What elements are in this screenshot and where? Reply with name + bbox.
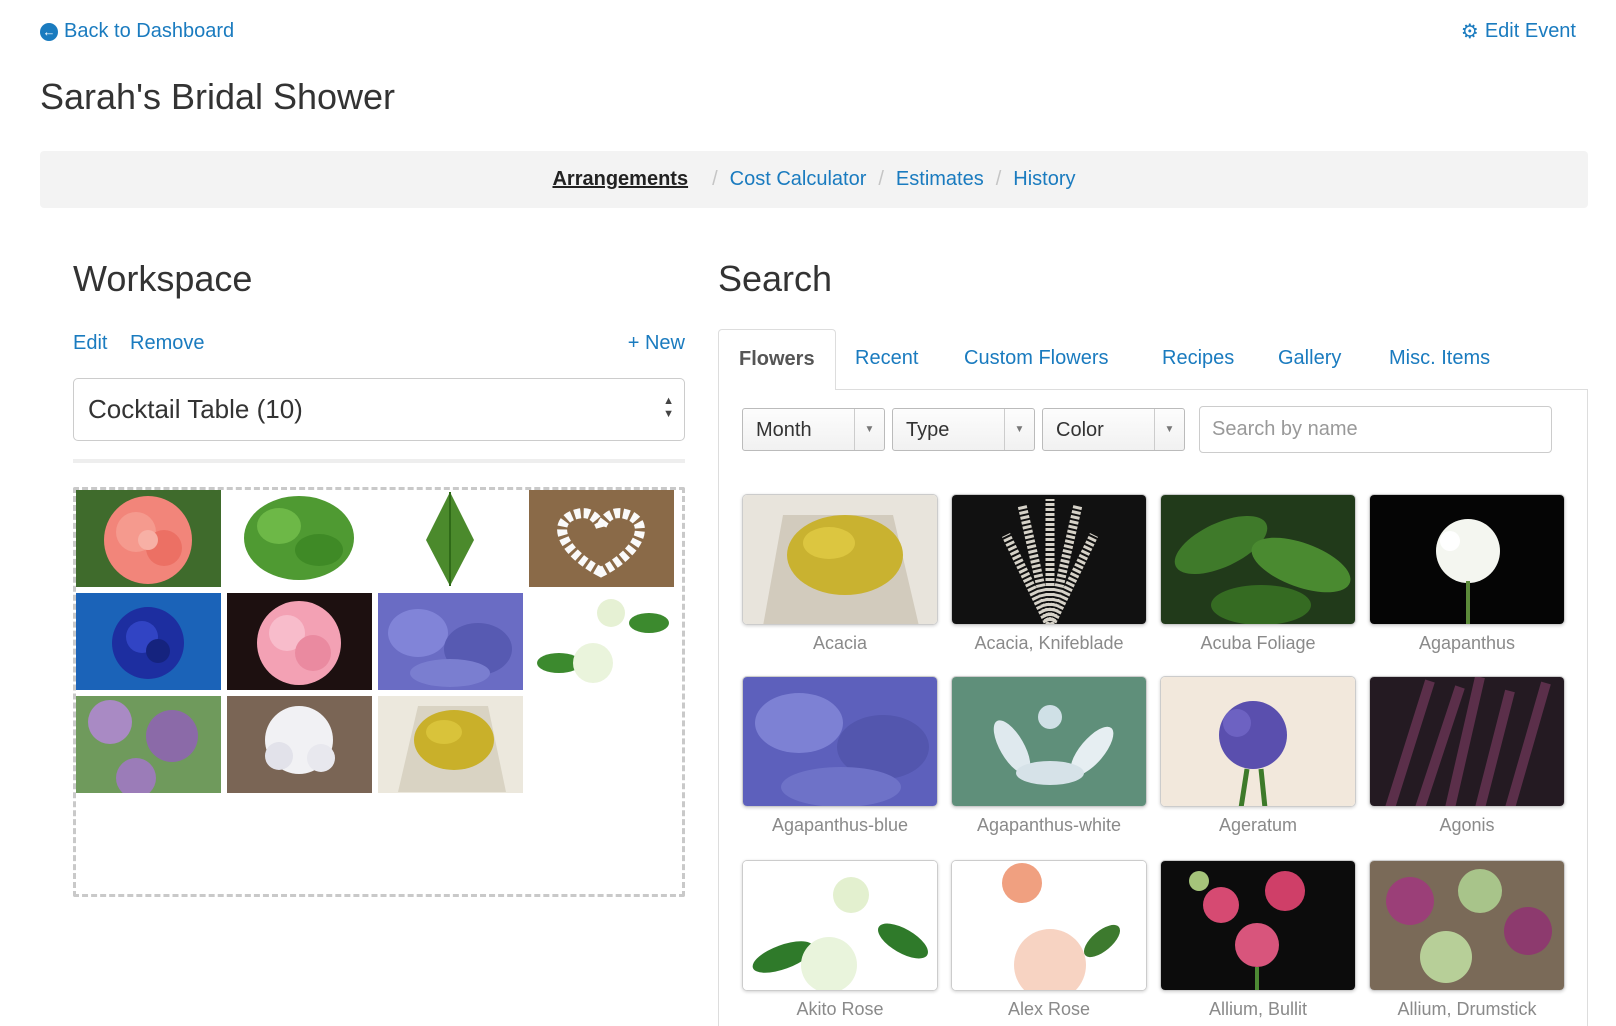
flower-card[interactable]: Agapanthus-blue [742,676,938,836]
flower-name: Agapanthus-blue [771,815,909,835]
color-filter-select[interactable]: Color ▼ [1042,408,1185,451]
flower-image [742,676,938,807]
flower-card[interactable]: Alex Rose [951,860,1147,1020]
nav-separator: / [878,168,884,190]
back-to-dashboard-link[interactable]: ← Back to Dashboard [40,20,234,43]
flower-card[interactable]: Ageratum [1160,676,1356,836]
nav-estimates[interactable]: Estimates [896,168,984,191]
workspace-flower-thumb[interactable] [529,593,674,690]
tab-gallery[interactable]: Gallery [1278,329,1341,390]
workspace-flower-thumb[interactable] [529,490,674,587]
nav-arrangements[interactable]: Arrangements [552,168,688,191]
edit-event-link[interactable]: ⚙ Edit Event [1461,20,1576,43]
tab-recipes[interactable]: Recipes [1162,329,1234,390]
workspace-title: Workspace [73,258,253,299]
flower-image [742,860,938,991]
type-filter-select[interactable]: Type ▼ [892,408,1035,451]
select-arrows-icon: ▲ ▼ [663,395,674,420]
flower-card[interactable]: Akito Rose [742,860,938,1020]
workspace-flower-thumb[interactable] [378,593,523,690]
flower-name: Agapanthus [1418,633,1516,653]
flower-image [951,676,1147,807]
flower-image [1160,676,1356,807]
workspace-flower-thumb[interactable] [76,593,221,690]
nav-separator: / [995,168,1002,190]
flower-name: Agapanthus-white [976,815,1122,835]
flower-image [1369,494,1565,625]
arrangement-select[interactable]: Cocktail Table (10) ▲ ▼ [73,378,685,441]
section-nav: Arrangements / Cost Calculator / Estimat… [40,151,1588,208]
arrangement-select-value: Cocktail Table (10) [88,394,303,424]
flower-card[interactable]: Agapanthus-white [951,676,1147,836]
month-filter-value: Month [756,419,812,441]
flower-card[interactable]: Allium, Drumstick [1369,860,1565,1020]
search-by-name-input[interactable] [1199,406,1552,453]
search-title: Search [718,258,833,299]
flower-image [1160,860,1356,991]
flower-name: Agonis [1439,815,1495,835]
workspace-flower-thumb[interactable] [227,696,372,793]
edit-event-label: Edit Event [1484,20,1576,42]
arrow-left-circle-icon: ← [40,22,58,41]
type-filter-value: Type [906,419,950,441]
flower-name: Acuba Foliage [1200,633,1316,653]
flower-image [951,494,1147,625]
month-filter-select[interactable]: Month ▼ [742,408,885,451]
workspace-flower-thumb[interactable] [76,490,221,587]
tab-underline [718,389,1588,390]
flower-name: Allium, Bullit [1208,999,1308,1019]
caret-down-icon: ▼ [854,409,884,450]
flower-card[interactable]: Acacia, Knifeblade [951,494,1147,654]
panel-border [718,389,719,1026]
flower-name: Akito Rose [796,999,884,1019]
gear-icon: ⚙ [1460,20,1479,43]
back-link-label: Back to Dashboard [64,20,235,42]
remove-arrangement-link[interactable]: Remove [130,332,204,355]
caret-down-icon: ▼ [1154,409,1184,450]
workspace-actions: Edit Remove + New [73,332,685,358]
flower-card[interactable]: Agapanthus [1369,494,1565,654]
workspace-flower-thumb[interactable] [378,696,523,793]
tab-recent[interactable]: Recent [855,329,918,390]
workspace-flower-thumb[interactable] [378,490,523,587]
flower-image [742,494,938,625]
color-filter-value: Color [1056,419,1104,441]
flower-image [1369,860,1565,991]
nav-separator: / [712,168,718,190]
flower-image [1160,494,1356,625]
divider [73,459,685,463]
tab-flowers[interactable]: Flowers [718,329,836,390]
nav-cost-calculator[interactable]: Cost Calculator [730,168,867,191]
top-bar: ← Back to Dashboard ⚙ Edit Event [40,20,1576,48]
flower-name: Acacia, Knifeblade [974,633,1124,653]
panel-border [1587,389,1588,1026]
flower-name: Acacia [812,633,868,653]
flower-image [951,860,1147,991]
flower-card[interactable]: Allium, Bullit [1160,860,1356,1020]
workspace-flower-thumb[interactable] [227,593,372,690]
workspace-flower-thumb[interactable] [76,696,221,793]
flower-name: Ageratum [1218,815,1298,835]
new-arrangement-link[interactable]: + New [628,332,685,355]
caret-down-icon: ▼ [1004,409,1034,450]
flower-card[interactable]: Agonis [1369,676,1565,836]
flower-name: Allium, Drumstick [1397,999,1537,1019]
page-title: Sarah's Bridal Shower [40,76,396,117]
flower-name: Alex Rose [1007,999,1091,1019]
tab-misc-items[interactable]: Misc. Items [1389,329,1490,390]
flower-card[interactable]: Acuba Foliage [1160,494,1356,654]
flower-image [1369,676,1565,807]
tab-custom-flowers[interactable]: Custom Flowers [964,329,1108,390]
search-tabs: Flowers Recent Custom Flowers Recipes Ga… [718,329,1588,390]
edit-arrangement-link[interactable]: Edit [73,332,107,355]
flower-card[interactable]: Acacia [742,494,938,654]
nav-history[interactable]: History [1013,168,1075,191]
workspace-flower-thumb[interactable] [227,490,372,587]
